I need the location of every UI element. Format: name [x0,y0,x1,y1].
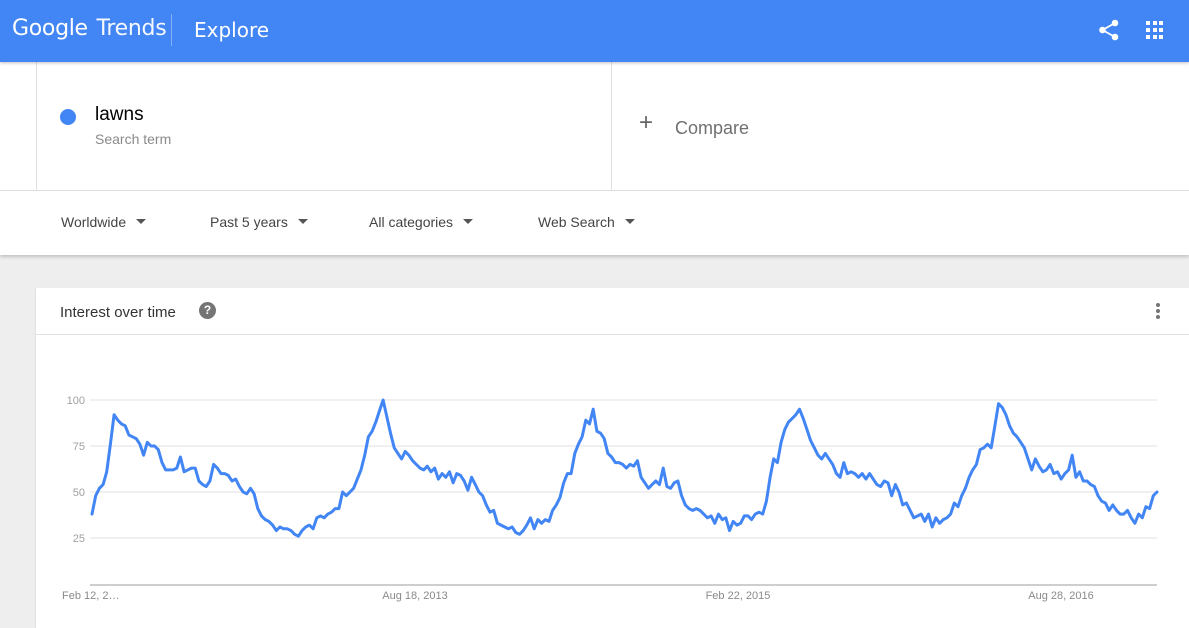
google-trends-logo[interactable]: Google Trends [12,16,167,41]
search-terms-bar: lawns Search term + Compare [0,62,1189,191]
logo-google-text: Google [12,16,88,41]
search-type-value: Web Search [538,214,615,230]
dropdown-arrow-icon [297,218,308,224]
interest-over-time-card: Interest over time ? [36,288,1189,628]
search-type-dropdown[interactable]: Web Search [538,214,635,230]
region-dropdown[interactable]: Worldwide [61,214,147,230]
search-term-name[interactable]: lawns [95,104,144,126]
share-icon[interactable] [1098,19,1120,41]
apps-grid-icon[interactable] [1146,21,1164,39]
filters-bar: Worldwide Past 5 years All categories We… [0,191,1189,255]
dropdown-arrow-icon [624,218,635,224]
region-value: Worldwide [61,214,127,230]
search-term-card[interactable]: lawns Search term [36,62,612,190]
logo-trends-text: Trends [96,16,167,41]
time-range-dropdown[interactable]: Past 5 years [210,214,308,230]
card-header: Interest over time ? [36,288,1189,335]
term-color-dot [60,109,76,125]
card-title: Interest over time [60,304,176,321]
category-value: All categories [369,214,454,230]
dropdown-arrow-icon [463,218,474,224]
time-range-value: Past 5 years [210,214,288,230]
more-options-icon[interactable] [1152,303,1164,321]
compare-label: Compare [675,118,750,138]
header-divider [171,14,172,46]
category-dropdown[interactable]: All categories [369,214,474,230]
page-title: Explore [194,18,270,42]
search-term-type: Search term [95,131,172,147]
dropdown-arrow-icon [136,218,147,224]
plus-icon: + [639,109,654,136]
compare-button[interactable]: + Compare [612,62,1189,190]
help-icon[interactable]: ? [199,302,216,319]
top-app-bar: Google Trends Explore [0,0,1189,62]
